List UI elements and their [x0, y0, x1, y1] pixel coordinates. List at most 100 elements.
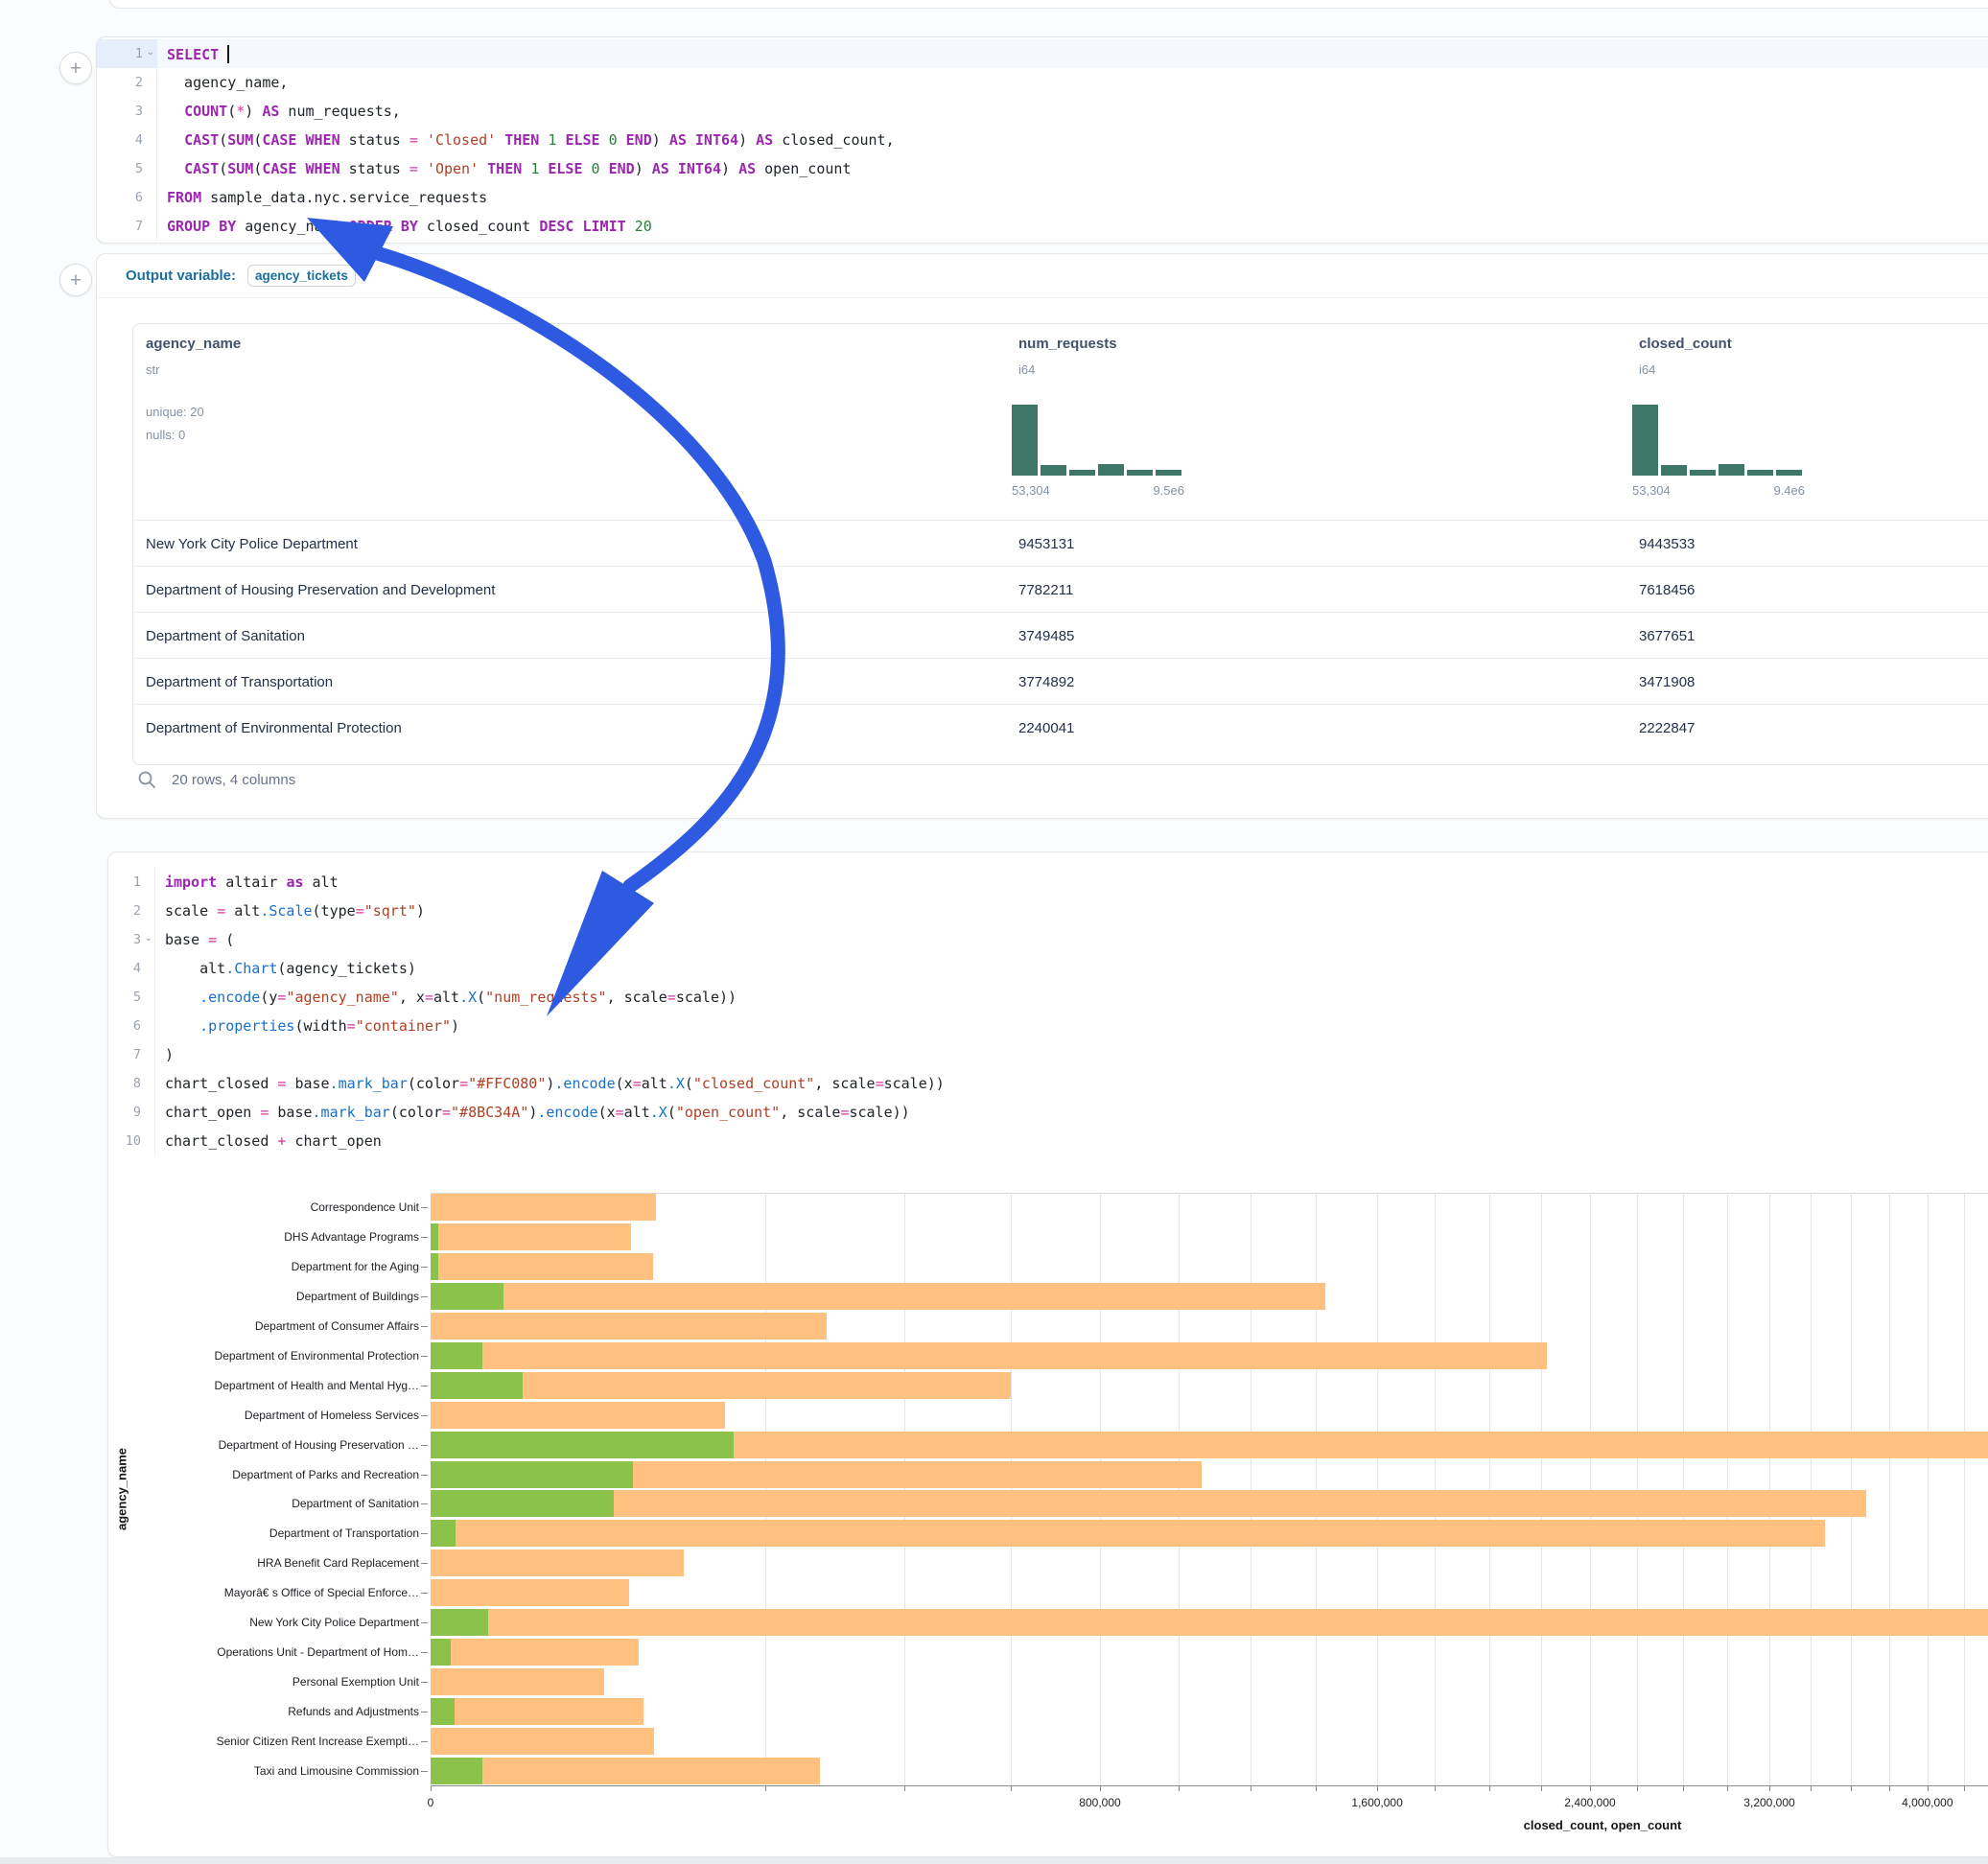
sql-code-editor[interactable]: 1⌄SELECT 2 agency_name,3 COUNT(*) AS num… — [97, 39, 1988, 241]
table-row[interactable]: Department of Transportation377489234719… — [133, 658, 1988, 705]
search-icon[interactable] — [137, 770, 156, 789]
bar-open[interactable] — [431, 1758, 482, 1784]
code-line[interactable]: 1import altair as alt — [108, 868, 1988, 897]
code-line[interactable]: 7) — [108, 1040, 1988, 1069]
code-line[interactable]: 8chart_closed = base.mark_bar(color="#FF… — [108, 1069, 1988, 1098]
table-row[interactable]: New York City Police Department945313194… — [133, 520, 1988, 567]
bar-open[interactable] — [431, 1461, 633, 1488]
gridline — [1851, 1193, 1852, 1785]
bar-closed[interactable] — [431, 1549, 684, 1576]
code-line-text: chart_closed = base.mark_bar(color="#FFC… — [155, 1075, 1988, 1092]
code-token-op: = — [667, 989, 676, 1006]
code-token-op: = — [347, 1017, 356, 1035]
column-header-closed_count[interactable]: closed_count — [1639, 336, 1732, 352]
bar-closed[interactable] — [431, 1639, 639, 1666]
table-row[interactable]: Department of Sanitation37494853677651 — [133, 612, 1988, 659]
y-axis-label: DHS Advantage Programs — [112, 1230, 419, 1244]
code-line[interactable]: 2 agency_name, — [97, 68, 1988, 97]
fold-chevron-icon[interactable]: ⌄ — [145, 933, 152, 944]
code-line[interactable]: 4 alt.Chart(agency_tickets) — [108, 954, 1988, 983]
bar-closed[interactable] — [431, 1223, 631, 1250]
code-line[interactable]: 5 .encode(y="agency_name", x=alt.X("num_… — [108, 983, 1988, 1012]
code-token-t: open_count — [756, 160, 851, 177]
y-axis-label: Department of Sanitation — [112, 1497, 419, 1510]
code-line-text: base = ( — [155, 931, 1988, 948]
code-line[interactable]: 3 COUNT(*) AS num_requests, — [97, 97, 1988, 126]
y-axis-label: Taxi and Limousine Commission — [112, 1764, 419, 1778]
y-axis-tick — [421, 1503, 428, 1504]
bar-closed[interactable] — [431, 1194, 656, 1221]
bar-open[interactable] — [431, 1639, 451, 1666]
line-number: 1 — [133, 874, 141, 890]
fold-chevron-icon[interactable]: ⌄ — [147, 47, 154, 58]
code-token-num: 0 — [592, 160, 600, 177]
bar-open[interactable] — [431, 1342, 482, 1369]
code-token-t: alt — [624, 1104, 650, 1121]
code-line[interactable]: 6FROM sample_data.nyc.service_requests — [97, 183, 1988, 212]
bar-open[interactable] — [431, 1372, 523, 1399]
code-token-t: ) — [451, 1017, 459, 1035]
bar-open[interactable] — [431, 1432, 734, 1458]
histogram-min-label: 53,304 — [1632, 483, 1671, 498]
code-line[interactable]: 6 .properties(width="container") — [108, 1012, 1988, 1040]
bar-open[interactable] — [431, 1283, 503, 1310]
bar-closed[interactable] — [431, 1698, 643, 1725]
code-line[interactable]: 10chart_closed + chart_open — [108, 1127, 1988, 1155]
add-cell-button-top[interactable]: + — [59, 52, 92, 84]
x-axis-tick-label: 4,000,000 — [1902, 1796, 1953, 1809]
bar-closed[interactable] — [431, 1520, 1825, 1547]
code-token-t: base — [269, 1104, 312, 1121]
code-token-kw: AS — [652, 160, 669, 177]
table-cell: 3677651 — [1639, 613, 1695, 659]
bar-closed[interactable] — [431, 1758, 820, 1784]
column-header-num_requests[interactable]: num_requests — [1018, 336, 1117, 352]
y-axis-tick — [421, 1326, 428, 1327]
code-token-kw: ELSE — [548, 160, 582, 177]
code-token-op: = — [217, 902, 225, 920]
code-token-t: ( — [253, 160, 262, 177]
code-line[interactable]: 4 CAST(SUM(CASE WHEN status = 'Closed' T… — [97, 126, 1988, 154]
bar-closed[interactable] — [431, 1402, 725, 1429]
code-line[interactable]: 3⌄base = ( — [108, 925, 1988, 954]
gridline — [1011, 1193, 1012, 1785]
code-token-str: "agency_name" — [286, 989, 398, 1006]
y-axis-tick — [421, 1593, 428, 1594]
code-token-fn: .mark_bar — [313, 1104, 390, 1121]
line-number: 9 — [133, 1105, 141, 1120]
table-row[interactable]: Department of Housing Preservation and D… — [133, 566, 1988, 613]
code-line[interactable]: 9 chart_open = base.mark_bar(color="#8BC3… — [108, 1098, 1988, 1127]
code-line[interactable]: 2scale = alt.Scale(type="sqrt") — [108, 897, 1988, 925]
code-token-kw: CASE — [262, 160, 296, 177]
code-line-text: chart_open = base.mark_bar(color="#8BC34… — [155, 1104, 1988, 1121]
bar-open[interactable] — [431, 1490, 614, 1517]
bar-closed[interactable] — [431, 1283, 1325, 1310]
code-token-str: "num_requests" — [485, 989, 606, 1006]
table-row[interactable]: Department of Environmental Protection22… — [133, 704, 1988, 751]
code-line[interactable]: 1⌄SELECT — [97, 39, 1988, 68]
bar-open[interactable] — [431, 1253, 438, 1280]
bar-closed[interactable] — [431, 1490, 1866, 1517]
bar-closed[interactable] — [431, 1668, 604, 1695]
output-variable-pill[interactable]: agency_tickets — [247, 265, 356, 287]
bar-open[interactable] — [431, 1609, 488, 1636]
bar-closed[interactable] — [431, 1728, 654, 1755]
add-cell-button-middle[interactable]: + — [59, 264, 92, 296]
code-token-t: ) — [652, 131, 669, 149]
bar-open[interactable] — [431, 1520, 456, 1547]
bar-closed[interactable] — [431, 1579, 629, 1606]
code-line[interactable]: 7GROUP BY agency_name ORDER BY closed_co… — [97, 212, 1988, 241]
histogram-bar — [1632, 405, 1658, 476]
code-token-str: "sqrt" — [364, 902, 416, 920]
bar-closed[interactable] — [431, 1342, 1547, 1369]
column-header-agency_name[interactable]: agency_name — [146, 336, 241, 352]
python-code-editor[interactable]: 1import altair as alt2scale = alt.Scale(… — [108, 868, 1988, 1155]
bar-closed[interactable] — [431, 1253, 653, 1280]
code-token-t: ) — [416, 902, 425, 920]
bar-open[interactable] — [431, 1223, 438, 1250]
bar-open[interactable] — [431, 1698, 455, 1725]
bar-closed[interactable] — [431, 1609, 1988, 1636]
code-token-t — [167, 103, 184, 120]
y-axis-label: New York City Police Department — [112, 1616, 419, 1629]
code-line[interactable]: 5 CAST(SUM(CASE WHEN status = 'Open' THE… — [97, 154, 1988, 183]
bar-closed[interactable] — [431, 1313, 827, 1340]
